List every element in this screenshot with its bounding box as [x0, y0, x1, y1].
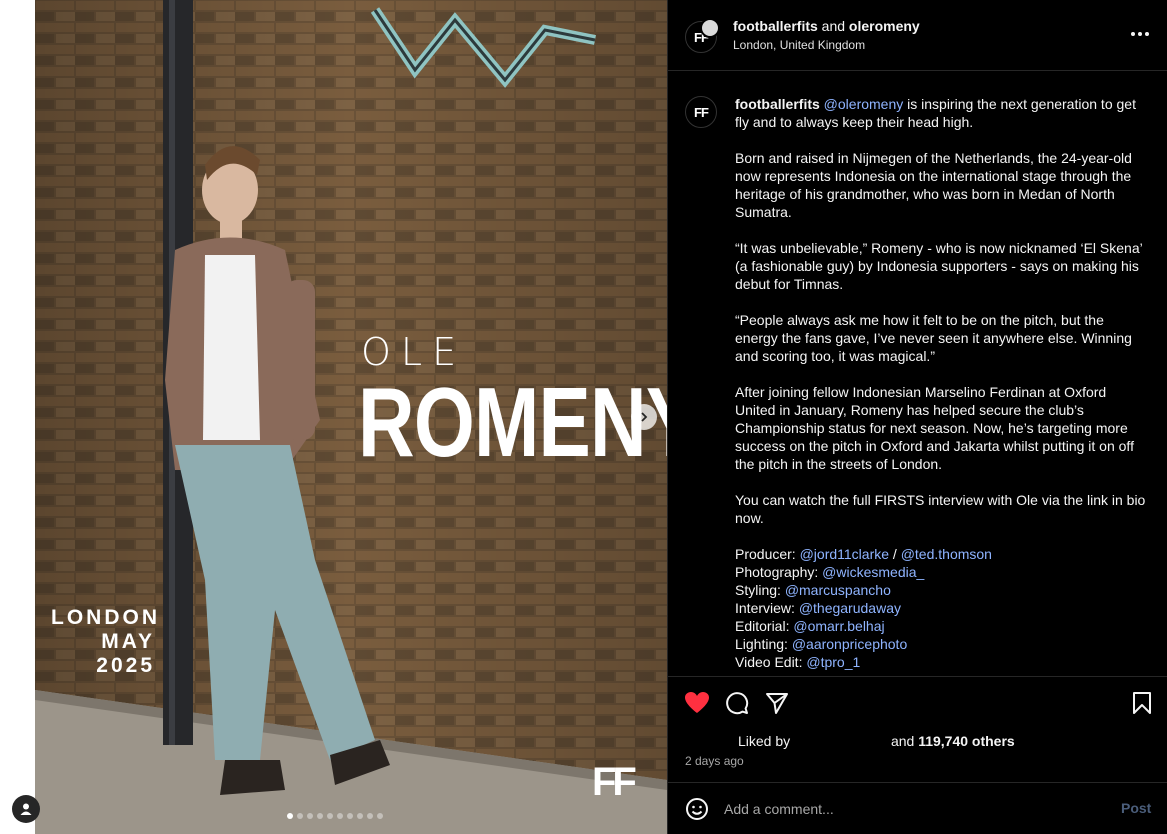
- carousel-dot: [377, 813, 383, 819]
- post-comment-button[interactable]: Post: [1121, 800, 1151, 816]
- caption-paragraph: After joining fellow Indonesian Marselin…: [735, 384, 1134, 472]
- account-username[interactable]: footballerfits: [733, 18, 818, 34]
- overlay-place: LONDON: [51, 606, 160, 629]
- post-location[interactable]: London, United Kingdom: [733, 38, 865, 52]
- more-horizontal-icon: [1131, 32, 1135, 36]
- heart-filled-icon: [685, 692, 709, 713]
- overlay-date: MAY 2025: [96, 630, 155, 677]
- tagged-users-button[interactable]: [12, 795, 40, 823]
- collaborator-username[interactable]: oleromeny: [849, 18, 920, 34]
- credit-role: Styling:: [735, 582, 785, 598]
- likes-count[interactable]: 119,740 others: [918, 733, 1015, 749]
- carousel-indicator: [287, 813, 383, 819]
- carousel-dot: [287, 813, 293, 819]
- liked-by-label: Liked by: [738, 733, 791, 749]
- save-button[interactable]: [1128, 689, 1156, 717]
- and-label: and: [821, 18, 846, 34]
- carousel-dot: [347, 813, 353, 819]
- credit-line: Lighting: @aaronpricephoto: [735, 635, 1150, 653]
- caption-paragraph: “People always ask me how it felt to be …: [735, 312, 1132, 364]
- carousel-dot: [307, 813, 313, 819]
- credit-separator: /: [889, 546, 901, 562]
- caption-credits: Producer: @jord11clarke / @ted.thomson Ph…: [735, 545, 1150, 671]
- carousel-next-button[interactable]: [631, 404, 657, 430]
- credit-handle[interactable]: @thegarudaway: [799, 600, 901, 616]
- credit-handle[interactable]: @aaronpricephoto: [792, 636, 907, 652]
- carousel-dot: [367, 813, 373, 819]
- credit-role: Interview:: [735, 600, 799, 616]
- credit-line: Interview: @thegarudaway: [735, 599, 1150, 617]
- caption-paragraph: You can watch the full FIRSTS interview …: [735, 492, 1146, 526]
- caption-author[interactable]: footballerfits: [735, 96, 820, 112]
- credit-role: Photography:: [735, 564, 823, 580]
- caption-author-avatar[interactable]: FF: [685, 96, 717, 128]
- mention-link[interactable]: @oleromeny: [824, 96, 904, 112]
- credit-line: Video Edit: @tpro_1: [735, 653, 1150, 671]
- post-actions: Liked by and 119,740 others 2 days ago: [668, 676, 1167, 782]
- credit-handle[interactable]: @ted.thomson: [901, 546, 992, 562]
- caption-text: footballerfits @oleromeny is inspiring t…: [735, 95, 1150, 671]
- bookmark-icon: [1133, 692, 1151, 714]
- comment-bar: Post: [668, 782, 1167, 834]
- overlay-place-date: LONDON MAY 2025: [51, 606, 160, 678]
- comment-input[interactable]: [724, 797, 1104, 821]
- avatar-text: FF: [694, 104, 709, 120]
- caption-paragraphs: Born and raised in Nijmegen of the Nethe…: [735, 149, 1150, 527]
- credit-line: Editorial: @omarr.belhaj: [735, 617, 1150, 635]
- share-button[interactable]: [763, 689, 791, 717]
- credit-role: Lighting:: [735, 636, 792, 652]
- header-usernames: footballerfits and oleromeny: [733, 18, 920, 34]
- credit-handle[interactable]: @wickesmedia_: [822, 564, 924, 580]
- carousel-dot: [327, 813, 333, 819]
- account-avatar[interactable]: FF: [685, 18, 720, 53]
- caption-area[interactable]: FF footballerfits @oleromeny is inspirin…: [668, 72, 1167, 676]
- credit-handle[interactable]: @marcuspancho: [785, 582, 891, 598]
- credit-line: Styling: @marcuspancho: [735, 581, 1150, 599]
- caption-first-paragraph: footballerfits @oleromeny is inspiring t…: [735, 95, 1150, 131]
- comment-button[interactable]: [723, 689, 751, 717]
- carousel-dot: [297, 813, 303, 819]
- and-label: and: [890, 733, 915, 749]
- credit-handle[interactable]: @jord11clarke: [800, 546, 889, 562]
- chevron-right-icon: [641, 412, 648, 422]
- carousel-dot: [357, 813, 363, 819]
- emoji-icon[interactable]: [685, 797, 709, 821]
- collaborator-avatar[interactable]: [700, 18, 720, 38]
- post-side-panel: FF footballerfits and oleromeny London, …: [667, 0, 1167, 834]
- post-timestamp[interactable]: 2 days ago: [685, 754, 744, 768]
- more-options-button[interactable]: [1128, 22, 1152, 46]
- credit-role: Producer:: [735, 546, 800, 562]
- caption-paragraph: “It was unbelievable,” Romeny - who is n…: [735, 240, 1143, 292]
- post-header: FF footballerfits and oleromeny London, …: [668, 0, 1167, 71]
- comment-icon: [726, 692, 749, 715]
- credit-role: Editorial:: [735, 618, 794, 634]
- carousel-dot: [317, 813, 323, 819]
- credit-handle[interactable]: @tpro_1: [806, 654, 860, 670]
- brand-logo: FF: [592, 760, 637, 804]
- credit-handle[interactable]: @omarr.belhaj: [793, 618, 884, 634]
- like-button[interactable]: [683, 689, 711, 717]
- carousel-dot: [337, 813, 343, 819]
- post-media: OLE ROMENY LONDON MAY 2025 FF: [0, 0, 667, 834]
- credit-line: Producer: @jord11clarke / @ted.thomson: [735, 545, 1150, 563]
- overlay-last-name: ROMENY: [358, 367, 667, 477]
- credit-role: Video Edit:: [735, 654, 807, 670]
- likes-summary[interactable]: Liked by and 119,740 others: [738, 733, 1015, 749]
- caption-paragraph: Born and raised in Nijmegen of the Nethe…: [735, 150, 1132, 220]
- send-icon: [766, 693, 788, 714]
- post-photo[interactable]: OLE ROMENY LONDON MAY 2025 FF: [35, 0, 667, 834]
- user-icon: [20, 803, 32, 815]
- credit-line: Photography: @wickesmedia_: [735, 563, 1150, 581]
